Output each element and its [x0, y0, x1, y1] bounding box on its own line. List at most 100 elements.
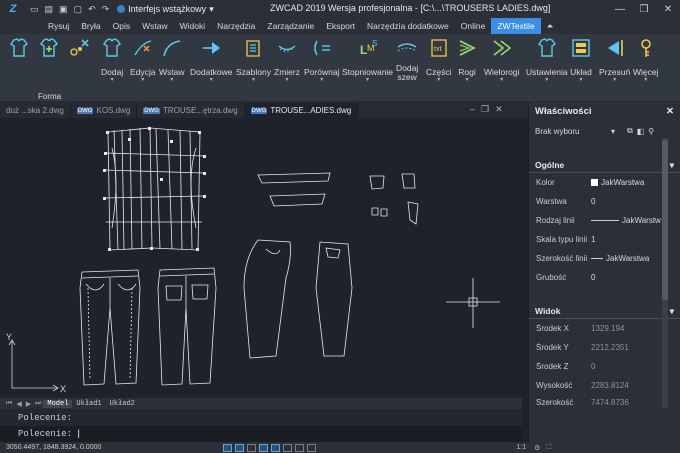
new-file-icon[interactable]: ▭ — [30, 4, 39, 15]
ortho-toggle-icon[interactable] — [247, 443, 257, 452]
save-icon[interactable]: ▣ — [59, 4, 68, 15]
collapse-icon: ▾ — [669, 159, 674, 170]
tab-model[interactable]: Model — [43, 399, 73, 408]
doc-close-button[interactable]: ✕ — [495, 104, 503, 115]
prop-row-width[interactable]: Szerokość 7474.8736 — [529, 395, 680, 409]
ribbon-dodaj-szew-button[interactable]: Dodaj szew — [396, 37, 418, 82]
chevron-down-icon[interactable]: ▾ — [611, 127, 615, 136]
menu-zwtextile[interactable]: ZWTextile — [491, 18, 541, 34]
last-tab-icon[interactable]: ⏭ — [33, 400, 43, 408]
line-sample-icon — [591, 258, 603, 259]
ribbon-uklad-button[interactable]: Układ ▾ — [570, 37, 592, 83]
tab-uklad2[interactable]: Układ2 — [106, 400, 139, 408]
properties-panel: Właściwości ✕ Brak wyboru ▾ ⧉ ◧ ⚲ Ogólne… — [528, 102, 680, 442]
ribbon-porownaj-button[interactable]: Porównaj ▾ — [304, 37, 339, 83]
ribbon-dodatkowe-button[interactable]: Dodatkowe ▾ — [190, 37, 233, 83]
view-section-header[interactable]: Widok ▾ — [529, 304, 680, 319]
next-tab-icon[interactable]: ▶ — [24, 400, 33, 408]
general-section-header[interactable]: Ogólne ▾ — [529, 158, 680, 173]
polar-toggle-icon[interactable] — [259, 443, 269, 452]
chevron-down-icon: ▾ — [110, 77, 114, 83]
ribbon-ustawienia-button[interactable]: Ustawienia ▾ — [526, 37, 568, 83]
doc-minimize-button[interactable]: – — [470, 104, 475, 115]
line-sample-icon — [591, 220, 619, 221]
ribbon-wiecej-button[interactable]: Więcej ▾ — [633, 37, 659, 83]
menu-narzedzia-dodatkowe[interactable]: Narzędzia dodatkowe — [361, 18, 455, 34]
ribbon-add-shape-button[interactable] — [8, 37, 30, 59]
command-input[interactable]: Polecenie: | — [0, 426, 522, 442]
ribbon-wielorogi-button[interactable]: Wielorogi ▾ — [484, 37, 519, 83]
open-folder-icon[interactable]: ▤ — [45, 4, 54, 15]
close-button[interactable]: ✕ — [656, 0, 680, 18]
ribbon-stopniowanie-button[interactable]: LMS Stopniowanie ▾ — [342, 37, 393, 83]
ribbon-delete-points-button[interactable] — [68, 37, 90, 59]
workspace-icon[interactable]: ⚙ — [534, 444, 540, 452]
dynamic-input-icon[interactable] — [307, 443, 317, 452]
fullscreen-icon[interactable]: ⛶ — [546, 444, 551, 452]
ribbon-add-plus-button[interactable] — [38, 37, 60, 59]
doc-tab[interactable]: DWG KOS.dwg — [71, 103, 138, 118]
doc-tab[interactable]: DWG TROUSE...ętrza.dwg — [137, 103, 245, 118]
ribbon-szablony-button[interactable]: Szablony ▾ — [236, 37, 271, 83]
prop-row-ltscale[interactable]: Skala typu linii 1 — [529, 230, 680, 249]
menu-wstaw[interactable]: Wstaw — [136, 18, 174, 34]
lineweight-toggle-icon[interactable] — [295, 443, 305, 452]
doc-tab[interactable]: duż ...ska 2.dwg — [0, 103, 71, 118]
saveas-icon[interactable]: ▢ — [74, 4, 83, 15]
undo-icon[interactable]: ↶ — [88, 4, 96, 15]
tab-uklad1[interactable]: Układ1 — [72, 400, 105, 408]
ribbon-edycja-button[interactable]: Edycja ▾ — [130, 37, 156, 83]
doc-restore-button[interactable]: ❐ — [481, 104, 489, 115]
ribbon-wstaw-button[interactable]: Wstaw ▾ — [159, 37, 185, 83]
prop-value: JakWarstw — [622, 216, 661, 225]
prop-row-center-y[interactable]: Środek Y 2212.2351 — [529, 338, 680, 357]
menu-online[interactable]: Online — [455, 18, 492, 34]
prop-row-layer[interactable]: Warstwa 0 — [529, 192, 680, 211]
workspace-dropdown[interactable]: Interfejs wstążkowy ▾ — [117, 4, 214, 15]
restore-button[interactable]: ❐ — [632, 0, 656, 18]
selection-dropdown[interactable]: Brak wyboru — [535, 127, 607, 136]
otrack-toggle-icon[interactable] — [283, 443, 293, 452]
menu-rysuj[interactable]: Rysuj — [42, 18, 75, 34]
osnap-toggle-icon[interactable] — [271, 443, 281, 452]
drawing-canvas[interactable]: Y X — [0, 118, 522, 398]
chevron-down-icon: ▾ — [437, 77, 441, 83]
prop-row-lineweight[interactable]: Szerokość linii JakWarstwa — [529, 249, 680, 268]
grid-toggle-icon[interactable] — [235, 443, 245, 452]
app-logo[interactable]: Z — [0, 0, 26, 18]
select-objects-icon[interactable]: ◧ — [637, 127, 645, 136]
prop-row-color[interactable]: Kolor JakWarstwa — [529, 173, 680, 192]
ribbon-toggle-icon[interactable]: ⏶ — [541, 18, 560, 34]
annotation-scale[interactable]: 1:1 — [516, 444, 526, 451]
menu-opis[interactable]: Opis — [107, 18, 136, 34]
ribbon-uklad-label: Układ — [570, 67, 592, 77]
prop-row-linetype[interactable]: Rodzaj linii JakWarstw — [529, 211, 680, 230]
toggle-pickadd-icon[interactable]: ⧉ — [627, 126, 633, 136]
window-controls: — ❐ ✕ — [608, 0, 680, 18]
menu-widoki[interactable]: Widoki — [174, 18, 212, 34]
snap-toggle-icon[interactable] — [223, 443, 233, 452]
first-tab-icon[interactable]: ⏮ — [4, 400, 14, 408]
prop-row-thickness[interactable]: Grubość 0 — [529, 268, 680, 287]
ribbon-czesci-button[interactable]: txt Części ▾ — [426, 37, 452, 83]
doc-tab-active[interactable]: DWG TROUSE...ADIES.dwg — [244, 103, 359, 118]
menu-narzedzia[interactable]: Narzędzia — [211, 18, 261, 34]
redo-icon[interactable]: ↷ — [102, 4, 110, 15]
menu-eksport[interactable]: Eksport — [320, 18, 361, 34]
prev-tab-icon[interactable]: ◀ — [14, 400, 23, 408]
properties-scrollbar-thumb[interactable] — [662, 140, 668, 300]
command-history: Polecenie: — [0, 409, 522, 426]
quick-select-icon[interactable]: ⚲ — [648, 127, 654, 136]
menu-bryla[interactable]: Bryła — [75, 18, 106, 34]
close-icon[interactable]: ✕ — [666, 106, 674, 117]
prop-row-center-x[interactable]: Środek X 1329.194 — [529, 319, 680, 338]
menu-zarzadzanie[interactable]: Zarządzanie — [261, 18, 320, 34]
ribbon-dodaj-button[interactable]: Dodaj ▾ — [101, 37, 123, 83]
prop-row-center-z[interactable]: Środek Z0 — [529, 357, 680, 376]
ribbon-rogi-button[interactable]: Rogi ▾ — [456, 37, 478, 83]
workspace-label: Interfejs wstążkowy — [128, 4, 207, 14]
minimize-button[interactable]: — — [608, 0, 632, 18]
ribbon-zmierz-button[interactable]: Zmierz ▾ — [274, 37, 300, 83]
ribbon-przesun-button[interactable]: Przesuń ▾ — [599, 37, 630, 83]
prop-row-height[interactable]: Wysokość 2283.8124 — [529, 376, 680, 395]
